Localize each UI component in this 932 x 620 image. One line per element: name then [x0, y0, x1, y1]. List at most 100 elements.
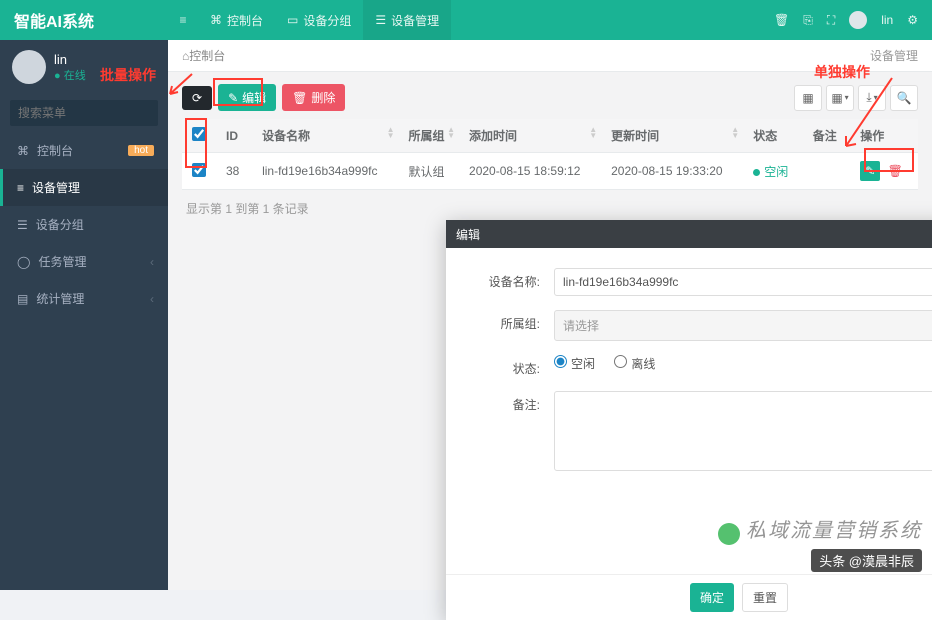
group-icon: ▭	[287, 13, 298, 27]
select-all-checkbox[interactable]	[192, 127, 206, 141]
nav-device[interactable]: ☰设备管理	[363, 0, 451, 40]
col-updated[interactable]: 更新时间▲▼	[601, 119, 743, 153]
sidebar-item-group[interactable]: ☰ 设备分组	[0, 206, 168, 243]
row-checkbox[interactable]	[192, 163, 206, 177]
top-nav: ⌘ 控制台 ▭ 设备分组 ☰设备管理	[198, 0, 451, 40]
sidebar: lin ● 在线 🔍 ⌘控制台hot ≡ 设备管理 ☰ 设备分组 ◯ 任务管理 ‹ ▤ 统…	[0, 40, 168, 590]
group-icon: ☰	[17, 218, 28, 232]
col-created[interactable]: 添加时间▲▼	[459, 119, 601, 153]
fullscreen-icon[interactable]: ⛶	[827, 13, 835, 28]
pencil-icon: ✎	[228, 91, 238, 105]
delete-button[interactable]: 🗑删除	[282, 84, 345, 111]
cell-note	[803, 153, 851, 190]
chevron-left-icon: ‹	[150, 292, 154, 306]
col-group[interactable]: 所属组▲▼	[398, 119, 459, 153]
dashboard-icon: ⌘	[17, 144, 29, 158]
col-op: 操作	[850, 119, 918, 153]
sidebar-item-label: 设备管理	[32, 179, 154, 196]
top-bar: 智能AI系统 ≡ ⌘ 控制台 ▭ 设备分组 ☰设备管理 🗑 ⎘ ⛶ lin ⚙	[0, 0, 932, 40]
breadcrumb: ⌂ 控制台 设备管理	[168, 40, 932, 72]
user-name: lin	[54, 52, 86, 67]
confirm-button[interactable]: 确定	[690, 583, 734, 612]
username-label[interactable]: lin	[881, 13, 893, 27]
table-search-button[interactable]: 🔍	[890, 85, 918, 111]
copy-icon[interactable]: ⎘	[803, 13, 813, 28]
avatar-large-icon	[12, 50, 46, 84]
search-input[interactable]	[18, 106, 173, 120]
dashboard-icon: ⌘	[210, 13, 222, 27]
device-icon: ☰	[375, 13, 386, 27]
nav-label: 设备分组	[303, 12, 351, 29]
stats-icon: ▤	[17, 292, 28, 306]
sidebar-item-label: 设备分组	[36, 216, 154, 233]
radio-offline-label: 离线	[631, 357, 655, 371]
cell-id: 38	[216, 153, 252, 190]
col-note[interactable]: 备注	[803, 119, 851, 153]
grid-view-button[interactable]: ▦▾	[826, 85, 854, 111]
refresh-button[interactable]: ⟳	[182, 86, 212, 110]
watermark-line2: 头条 @漠晨非辰	[811, 549, 922, 572]
select-group[interactable]: 请选择	[554, 310, 932, 341]
row-edit-button[interactable]: ✎	[860, 161, 880, 181]
toolbar: ⟳ ✎ 编辑 🗑删除 ▦ ▦▾ ⤓▾ 🔍	[182, 84, 918, 111]
sidebar-item-task[interactable]: ◯ 任务管理 ‹	[0, 243, 168, 280]
label-status: 状态:	[476, 355, 554, 377]
crumb-current[interactable]: 设备管理	[870, 47, 918, 64]
cell-updated: 2020-08-15 19:33:20	[601, 153, 743, 190]
label-name: 设备名称:	[476, 268, 554, 290]
sidebar-item-label: 统计管理	[36, 290, 142, 307]
col-status[interactable]: 状态	[743, 119, 802, 153]
textarea-note[interactable]	[554, 391, 932, 471]
radio-offline[interactable]	[614, 355, 627, 368]
reset-button[interactable]: 重置	[742, 583, 788, 612]
nav-dashboard[interactable]: ⌘ 控制台	[198, 0, 275, 40]
delete-label: 删除	[311, 89, 335, 106]
cell-status: 空闲	[743, 153, 802, 190]
wechat-icon	[718, 523, 740, 545]
cell-name: lin-fd19e16b34a999fc	[252, 153, 398, 190]
device-icon: ≡	[17, 181, 24, 195]
sidebar-item-device[interactable]: ≡ 设备管理	[0, 169, 168, 206]
table-row: 38 lin-fd19e16b34a999fc 默认组 2020-08-15 1…	[182, 153, 918, 190]
trash-icon[interactable]: 🗑	[774, 13, 789, 27]
label-group: 所属组:	[476, 310, 554, 332]
sidebar-item-dashboard[interactable]: ⌘控制台hot	[0, 132, 168, 169]
row-delete-button[interactable]: 🗑	[888, 164, 903, 178]
col-name[interactable]: 设备名称▲▼	[252, 119, 398, 153]
sidebar-item-label: 任务管理	[38, 253, 142, 270]
cell-created: 2020-08-15 18:59:12	[459, 153, 601, 190]
sidebar-search[interactable]: 🔍	[10, 100, 158, 126]
edit-button[interactable]: ✎ 编辑	[218, 84, 276, 111]
hamburger-icon[interactable]: ≡	[168, 13, 198, 27]
user-status: ● 在线	[54, 67, 86, 83]
chevron-left-icon: ‹	[150, 255, 154, 269]
settings-icon[interactable]: ⚙	[907, 13, 918, 27]
card-view-button[interactable]: ▦	[794, 85, 822, 111]
nav-label: 控制台	[227, 12, 263, 29]
top-icons: 🗑 ⎘ ⛶ lin ⚙	[774, 11, 932, 29]
input-device-name[interactable]	[554, 268, 932, 296]
status-dot-icon	[753, 169, 760, 176]
edit-label: 编辑	[242, 89, 266, 106]
main-area: ⌂ 控制台 设备管理 ⟳ ✎编辑 🗑删除 ▦ ▦▾ ⤓▾ 🔍 ID 设备名称	[168, 40, 932, 590]
label-note: 备注:	[476, 391, 554, 413]
nav-group[interactable]: ▭ 设备分组	[275, 0, 363, 40]
radio-idle[interactable]	[554, 355, 567, 368]
col-id[interactable]: ID	[216, 119, 252, 153]
sidebar-menu: ⌘控制台hot ≡ 设备管理 ☰ 设备分组 ◯ 任务管理 ‹ ▤ 统计管理 ‹	[0, 132, 168, 317]
modal-header[interactable]: 编辑 — □ ✕	[446, 220, 932, 248]
hot-badge: hot	[128, 145, 154, 156]
avatar-icon[interactable]	[849, 11, 867, 29]
modal-footer: 确定 重置	[446, 574, 932, 620]
export-button[interactable]: ⤓▾	[858, 85, 886, 111]
brand-title: 智能AI系统	[0, 8, 168, 32]
watermark-line1: 私域流量营销系统	[746, 520, 922, 542]
cell-ops: ✎ 🗑	[850, 153, 918, 190]
sidebar-item-stats[interactable]: ▤ 统计管理 ‹	[0, 280, 168, 317]
modal-title: 编辑	[456, 226, 932, 243]
sidebar-user: lin ● 在线	[0, 40, 168, 94]
refresh-icon: ⟳	[192, 91, 202, 105]
task-icon: ◯	[17, 255, 30, 269]
device-table: ID 设备名称▲▼ 所属组▲▼ 添加时间▲▼ 更新时间▲▼ 状态 备注 操作 3…	[182, 119, 918, 190]
crumb-home[interactable]: 控制台	[189, 47, 225, 64]
